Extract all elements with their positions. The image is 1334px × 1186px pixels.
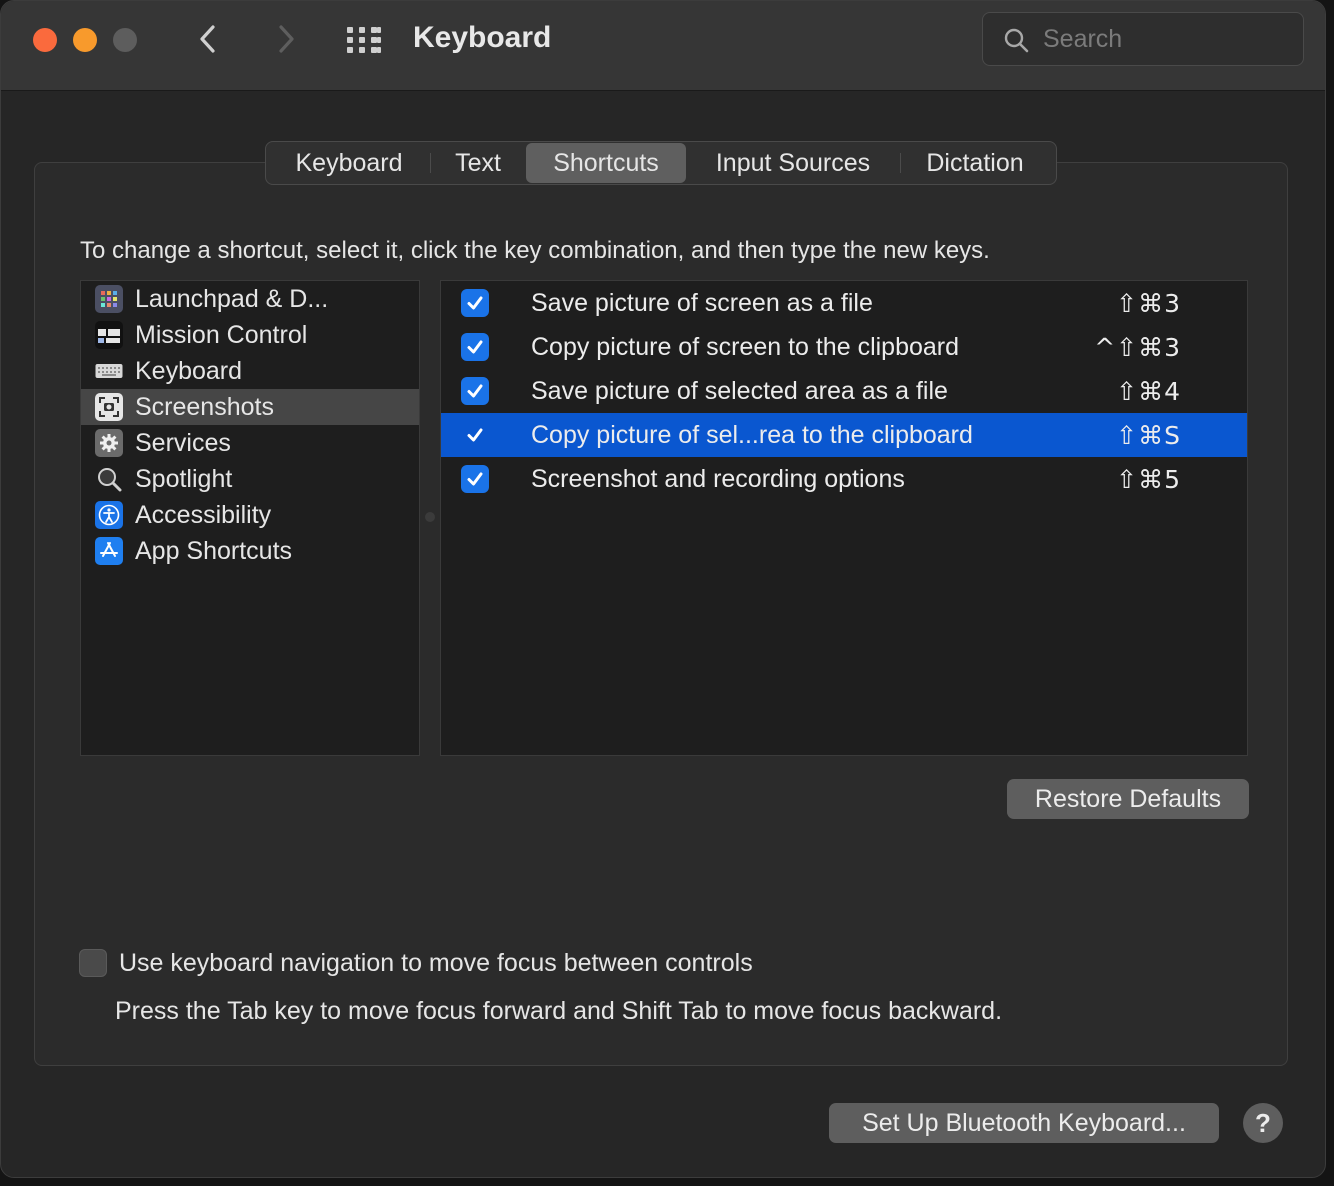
search-input[interactable] — [1043, 21, 1283, 57]
category-keyboard[interactable]: Keyboard — [81, 353, 419, 389]
spotlight-icon — [95, 465, 123, 493]
shortcut-checkbox[interactable] — [461, 289, 489, 317]
launchpad-icon — [95, 285, 123, 313]
category-spotlight[interactable]: Spotlight — [81, 461, 419, 497]
checkmark-icon — [467, 340, 483, 354]
shortcut-name: Copy picture of sel...rea to the clipboa… — [531, 421, 973, 449]
category-label: Keyboard — [135, 356, 243, 385]
title-bar: Keyboard — [1, 1, 1325, 91]
shortcut-name: Save picture of selected area as a file — [531, 377, 948, 405]
screenshot-icon — [95, 393, 123, 421]
category-label: Screenshots — [135, 392, 274, 421]
category-label: Mission Control — [135, 320, 308, 349]
tab-dictation[interactable]: Dictation — [900, 143, 1050, 183]
mission-control-icon — [95, 321, 123, 349]
shortcut-keys[interactable]: ^⇧⌘3 — [1094, 333, 1181, 362]
shortcut-row-selected[interactable]: Copy picture of sel...rea to the clipboa… — [441, 413, 1247, 457]
gear-icon — [95, 429, 123, 457]
shortcut-list[interactable]: Save picture of screen as a file ⇧⌘3 Cop… — [440, 280, 1248, 756]
split-handle[interactable] — [425, 512, 435, 522]
tab-text[interactable]: Text — [430, 143, 526, 183]
restore-defaults-button[interactable]: Restore Defaults — [1007, 779, 1249, 819]
tab-bar: Keyboard Text Shortcuts Input Sources Di… — [265, 141, 1057, 185]
category-app-shortcuts[interactable]: App Shortcuts — [81, 533, 419, 569]
checkmark-icon — [467, 384, 483, 398]
category-mission-control[interactable]: Mission Control — [81, 317, 419, 353]
shortcut-row[interactable]: Save picture of selected area as a file … — [441, 369, 1247, 413]
keyboard-navigation-help: Press the Tab key to move focus forward … — [115, 997, 1003, 1025]
category-accessibility[interactable]: Accessibility — [81, 497, 419, 533]
keyboard-icon — [95, 357, 123, 385]
back-button[interactable] — [193, 21, 225, 57]
close-button[interactable] — [33, 28, 57, 52]
shortcut-row[interactable]: Save picture of screen as a file ⇧⌘3 — [441, 281, 1247, 325]
keyboard-navigation-label[interactable]: Use keyboard navigation to move focus be… — [119, 949, 753, 978]
category-label: Launchpad & D... — [135, 284, 329, 313]
tab-shortcuts[interactable]: Shortcuts — [526, 143, 686, 183]
shortcut-checkbox[interactable] — [461, 377, 489, 405]
shortcut-name: Save picture of screen as a file — [531, 289, 873, 317]
category-launchpad[interactable]: Launchpad & D... — [81, 281, 419, 317]
shortcut-name: Screenshot and recording options — [531, 465, 905, 493]
tab-keyboard[interactable]: Keyboard — [268, 143, 431, 183]
preferences-window: Keyboard Keyboard Text Shortcuts Input S… — [0, 0, 1326, 1178]
tab-input-sources[interactable]: Input Sources — [686, 143, 901, 183]
show-all-grid-icon[interactable] — [345, 25, 383, 55]
search-field[interactable] — [982, 12, 1304, 66]
shortcut-row[interactable]: Copy picture of screen to the clipboard … — [441, 325, 1247, 369]
shortcut-row[interactable]: Screenshot and recording options ⇧⌘5 — [441, 457, 1247, 501]
category-label: Accessibility — [135, 500, 272, 529]
shortcut-checkbox[interactable] — [461, 465, 489, 493]
zoom-button[interactable] — [113, 28, 137, 52]
window-title: Keyboard — [413, 21, 552, 54]
app-store-icon — [95, 537, 123, 565]
category-label: App Shortcuts — [135, 536, 293, 565]
help-button[interactable]: ? — [1243, 1103, 1283, 1143]
shortcut-keys[interactable]: ⇧⌘4 — [1116, 377, 1181, 406]
accessibility-icon — [95, 501, 123, 529]
chevron-right-icon — [279, 25, 294, 53]
bluetooth-keyboard-button[interactable]: Set Up Bluetooth Keyboard... — [829, 1103, 1219, 1143]
category-label: Spotlight — [135, 464, 233, 493]
shortcut-keys[interactable]: ⇧⌘3 — [1116, 289, 1181, 318]
shortcut-name: Copy picture of screen to the clipboard — [531, 333, 960, 361]
checkmark-icon — [467, 428, 483, 442]
instruction-text: To change a shortcut, select it, click t… — [80, 237, 990, 264]
shortcut-checkbox[interactable] — [461, 333, 489, 361]
category-label: Services — [135, 428, 231, 457]
category-list[interactable]: Launchpad & D... Mission Control Keyboar… — [80, 280, 420, 756]
keyboard-navigation-checkbox[interactable] — [79, 949, 107, 977]
shortcut-checkbox[interactable] — [461, 421, 489, 449]
shortcut-keys[interactable]: ⇧⌘5 — [1116, 465, 1181, 494]
minimize-button[interactable] — [73, 28, 97, 52]
category-services[interactable]: Services — [81, 425, 419, 461]
checkmark-icon — [467, 472, 483, 486]
category-screenshots[interactable]: Screenshots — [81, 389, 419, 425]
chevron-left-icon — [200, 25, 215, 53]
shortcut-keys[interactable]: ⇧⌘S — [1116, 421, 1181, 450]
forward-button[interactable] — [269, 21, 301, 57]
checkmark-icon — [467, 296, 483, 310]
search-icon — [1004, 28, 1029, 53]
